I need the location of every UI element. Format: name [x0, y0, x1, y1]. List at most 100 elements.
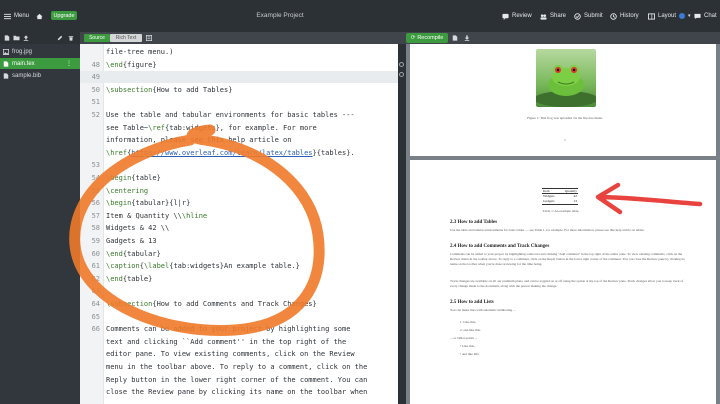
code-line[interactable]: 48 \end{figure}	[80, 59, 398, 71]
code-line[interactable]: 51	[80, 96, 398, 108]
hamburger-icon	[4, 13, 11, 19]
expand-handle-icon[interactable]	[399, 72, 404, 77]
recompile-button[interactable]: ⟳ Recompile	[406, 33, 448, 43]
code-line[interactable]: 49	[80, 71, 398, 84]
code-line[interactable]: close the Review pane by clicking its na…	[80, 386, 398, 398]
line-number: 59	[91, 237, 100, 245]
list-item: 2. and like this.	[460, 328, 481, 332]
code-line[interactable]: 53	[80, 159, 398, 171]
submit-label: Submit	[584, 13, 603, 19]
rename-pencil-icon[interactable]	[57, 35, 63, 41]
review-label: Review	[512, 13, 532, 19]
list-item: ... or bullet points ...	[450, 336, 478, 340]
file-item-main-tex[interactable]: main.tex ⋮	[0, 58, 80, 69]
code-line[interactable]: text and clicking ``Add comment'' in the…	[80, 336, 398, 348]
code-line[interactable]: 50 \subsection{How to add Tables}	[80, 84, 398, 96]
table-header-cell: Quantity	[564, 189, 577, 193]
code-text: Comments can be added to your project by…	[106, 325, 351, 334]
code-text: \begin{tabular}{l|r}	[106, 199, 191, 208]
code-line[interactable]: 64 \subsection{How to add Comments and Tr…	[80, 298, 398, 310]
download-pdf-icon[interactable]	[464, 35, 470, 41]
code-line[interactable]: 52 Use the table and tabular environments…	[80, 109, 398, 121]
project-title: Example Project	[256, 12, 304, 19]
code-line[interactable]: 58 Widgets & 42 \\	[80, 222, 398, 234]
code-line[interactable]: 62 \end{table}	[80, 273, 398, 285]
submit-button[interactable]: Submit	[574, 0, 603, 32]
editor-settings-icon[interactable]	[146, 35, 152, 41]
file-item-sample-bib[interactable]: sample.bib	[0, 70, 80, 81]
code-line[interactable]: 54 \begin{table}	[80, 172, 398, 184]
line-number: 56	[91, 199, 100, 208]
code-text: \subsection{How to add Comments and Trac…	[106, 300, 317, 308]
tab-source[interactable]: Source	[84, 34, 110, 42]
upload-icon[interactable]	[23, 35, 29, 41]
code-line[interactable]: 66 Comments can be added to your project …	[80, 323, 398, 335]
code-line[interactable]: 63	[80, 285, 398, 297]
code-editor[interactable]: file-tree menu.) 48 \end{figure} 49 50 \subse…	[80, 44, 398, 404]
code-line[interactable]: 65	[80, 311, 398, 323]
code-text: editor pane. To view existing comments, …	[106, 350, 355, 359]
recompile-label: Recompile	[417, 35, 444, 41]
share-icon	[540, 13, 547, 20]
code-line[interactable]: 57 Item & Quantity \\\hline	[80, 210, 398, 222]
line-number: 61	[91, 262, 100, 271]
layout-label: Layout	[658, 13, 677, 19]
chat-label: Chat	[704, 13, 717, 19]
chat-button[interactable]: Chat	[694, 0, 717, 32]
code-text: text and clicking ``Add comment'' in the…	[106, 337, 347, 346]
share-label: Share	[550, 13, 567, 19]
tab-rich-text[interactable]: Rich Text	[110, 34, 142, 42]
history-label: History	[620, 13, 639, 19]
code-line[interactable]: information, please see this help articl…	[80, 134, 398, 146]
new-file-icon[interactable]	[4, 35, 10, 41]
code-line[interactable]: 55 \centering	[80, 185, 398, 197]
line-number: 60	[91, 249, 100, 258]
pane-divider[interactable]	[398, 44, 406, 404]
code-line[interactable]: 56 \begin{tabular}{l|r}	[80, 197, 398, 209]
pdf-page-2: Item Quantity Widgets 42 Gadgets 13 Tabl…	[410, 160, 716, 404]
code-line[interactable]: menu in the toolbar above. To reply to a…	[80, 361, 398, 373]
pdf-viewer[interactable]: Figure 1: This frog was uploaded via the…	[406, 44, 720, 404]
layout-button[interactable]: Layout ▾	[648, 0, 691, 32]
new-folder-icon[interactable]	[13, 35, 20, 41]
file-menu-icon[interactable]: ⋮	[66, 60, 72, 67]
line-number: 57	[91, 211, 100, 220]
frog-image	[536, 49, 596, 107]
home-button[interactable]	[36, 0, 43, 32]
share-button[interactable]: Share	[540, 0, 566, 32]
file-name: sample.bib	[12, 72, 42, 79]
menu-button[interactable]: Menu	[4, 0, 29, 32]
history-button[interactable]: History	[610, 0, 639, 32]
logs-file-icon[interactable]	[452, 35, 458, 41]
collapse-handle-icon[interactable]	[399, 62, 404, 67]
code-line[interactable]: 61 \caption{\label{tab:widgets}An example…	[80, 260, 398, 272]
code-line[interactable]: Reply button in the lower right corner o…	[80, 374, 398, 386]
line-number: 62	[91, 274, 100, 283]
line-number: 58	[91, 224, 100, 233]
code-text: \subsection{How to add Tables}	[106, 85, 233, 94]
home-icon	[36, 13, 43, 19]
section-heading: 2.4 How to add Comments and Track Change…	[450, 244, 550, 249]
code-text: \end{table}	[106, 274, 153, 283]
code-line[interactable]: editor pane. To view existing comments, …	[80, 348, 398, 360]
review-button[interactable]: Review	[502, 0, 532, 32]
list-item: • and like this.	[460, 352, 480, 356]
code-line[interactable]: 60 \end{tabular}	[80, 248, 398, 260]
code-line[interactable]: file-tree menu.)	[80, 46, 398, 58]
upgrade-button[interactable]: Upgrade	[51, 11, 77, 20]
file-tree-actions	[0, 32, 80, 44]
line-number: 54	[91, 174, 100, 182]
code-line[interactable]: \href{https://www.overleaf.com/learn/lat…	[80, 147, 398, 159]
code-line[interactable]: 59 Gadgets & 13	[80, 235, 398, 247]
file-item-frog-jpg[interactable]: frog.jpg	[0, 46, 80, 57]
refresh-icon: ⟳	[410, 35, 416, 41]
code-text: Gadgets & 13	[106, 237, 157, 245]
code-text: \begin{table}	[106, 174, 161, 182]
menu-label: Menu	[14, 13, 30, 19]
delete-trash-icon[interactable]	[68, 35, 74, 41]
code-text: file-tree menu.)	[106, 48, 174, 56]
page-number: 1	[564, 138, 566, 142]
file-name: main.tex	[12, 60, 35, 67]
code-line[interactable]: see Table~\ref{tab:widgets}, for example…	[80, 122, 398, 134]
line-number: 49	[91, 73, 100, 82]
